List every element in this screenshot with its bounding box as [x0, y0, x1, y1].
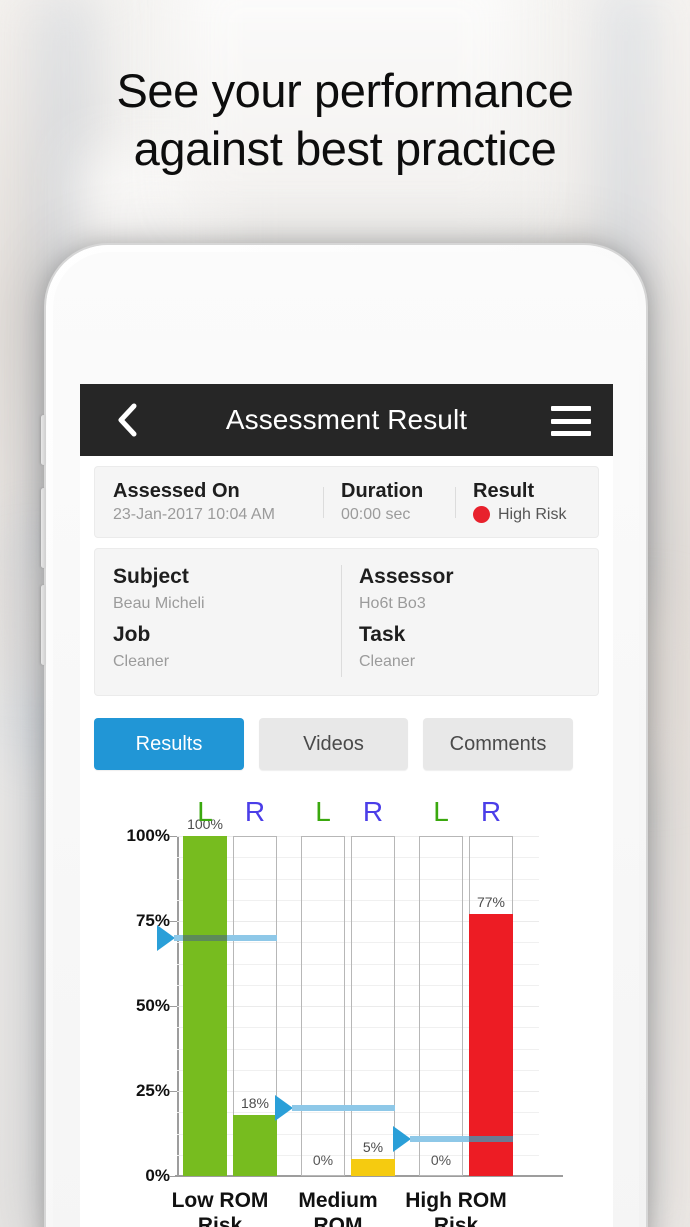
app-navbar: Assessment Result — [80, 384, 613, 456]
chart-bar-value-label: 0% — [430, 1152, 452, 1168]
assessment-detail-card: Subject Beau Micheli Job Cleaner Assesso… — [94, 548, 599, 696]
tab-bar: Results Videos Comments — [94, 718, 599, 770]
chart-y-tick-label: 50% — [135, 996, 170, 1015]
chart-plot-area: 0% 25% 50% 75% 100% 100% L 18% R Low ROM Risk 0% L 5%… — [127, 796, 563, 1227]
tab-videos[interactable]: Videos — [259, 718, 408, 770]
chart-bar-frame — [351, 836, 395, 1176]
duration-field: Duration 00:00 sec — [323, 479, 455, 526]
duration-label: Duration — [341, 479, 424, 502]
chart-bar-value-label: 5% — [362, 1139, 384, 1155]
assessor-task-column: Assessor Ho6t Bo3 Task Cleaner — [341, 563, 598, 679]
assessor-value: Ho6t Bo3 — [359, 595, 426, 612]
chart-bar-frame — [419, 836, 463, 1176]
job-label: Job — [113, 623, 151, 646]
assessment-meta-card: Assessed On 23-Jan-2017 10:04 AM Duratio… — [94, 466, 599, 538]
phone-mute-switch — [41, 415, 46, 465]
results-chart: Percentage Time 0%25%50%75%100%100%L18%R… — [80, 794, 613, 1227]
chart-bar-value-label: 77% — [476, 894, 506, 911]
chart-bar[interactable] — [233, 1114, 277, 1176]
job-value: Cleaner — [113, 653, 170, 670]
best-practice-marker-icon — [393, 1125, 411, 1152]
chart-bar-slot: 0% L — [419, 796, 463, 1176]
chart-y-tick-mark — [170, 1091, 177, 1092]
chart-x-category-label: High ROM Risk — [405, 1189, 507, 1227]
chart-side-label-l: L — [315, 796, 331, 827]
best-practice-line — [174, 935, 277, 941]
chart-y-tick-label: 25% — [135, 1081, 170, 1100]
headline-line-1: See your performance — [116, 64, 574, 117]
chart-side-label-r: R — [480, 796, 502, 827]
best-practice-marker-icon — [157, 925, 175, 951]
task-label: Task — [359, 623, 406, 646]
chart-bar-value-label: 0% — [312, 1152, 334, 1168]
result-field: Result High Risk — [455, 479, 598, 526]
assessed-on-label: Assessed On — [113, 479, 240, 502]
tab-comments[interactable]: Comments — [423, 718, 573, 770]
headline-line-2: against best practice — [133, 122, 557, 175]
best-practice-line — [410, 1135, 513, 1142]
page-title: Assessment Result — [225, 404, 468, 435]
chart-y-tick-mark — [170, 1176, 177, 1177]
marketing-headline: See your performance against best practi… — [0, 62, 690, 178]
assessed-on-value: 23-Jan-2017 10:04 AM — [113, 505, 275, 523]
subject-label: Subject — [113, 565, 189, 588]
chart-bar-slot: 77% R — [469, 796, 513, 1176]
status-badge: High Risk — [498, 505, 567, 523]
chart-y-tick-mark — [170, 1006, 177, 1007]
chart-bar[interactable] — [183, 836, 227, 1176]
chart-y-tick-mark — [170, 921, 177, 922]
hamburger-menu-icon[interactable] — [551, 406, 591, 436]
chart-bar-slot: 18% R — [233, 796, 277, 1176]
chart-y-tick-label: 0% — [145, 1166, 170, 1185]
chart-x-category-label: Medium ROMRisk — [298, 1189, 378, 1227]
phone-volume-down-button — [41, 585, 46, 665]
best-practice-marker-icon — [275, 1095, 293, 1121]
app-screen: Assessment Result Assessed On 23-Jan-201… — [80, 384, 613, 1227]
chart-bar-value-label: 18% — [240, 1094, 270, 1111]
chart-y-tick-label: 100% — [126, 826, 170, 845]
subject-value: Beau Micheli — [113, 595, 205, 612]
phone-volume-up-button — [41, 488, 46, 568]
assessor-label: Assessor — [359, 565, 454, 588]
task-value: Cleaner — [359, 653, 416, 670]
tab-results[interactable]: Results — [94, 718, 244, 770]
chart-bar-frame — [301, 836, 345, 1176]
result-label: Result — [473, 479, 535, 502]
chart-y-tick-mark — [170, 836, 177, 837]
assessed-on-field: Assessed On 23-Jan-2017 10:04 AM — [95, 479, 323, 526]
best-practice-line — [292, 1105, 395, 1111]
chart-bar[interactable] — [351, 1159, 395, 1176]
duration-value: 00:00 sec — [341, 505, 411, 523]
chart-x-category-label: Low ROM Risk — [171, 1189, 269, 1227]
chart-side-label-r: R — [362, 796, 384, 827]
chart-bar-slot: 0% L — [301, 796, 345, 1176]
chart-side-label-l: L — [433, 796, 449, 827]
chart-side-label-l: L — [197, 796, 213, 827]
chart-bar-slot: 100% L — [183, 796, 227, 1176]
chart-bar-slot: 5% R — [351, 796, 395, 1176]
chart-side-label-r: R — [244, 796, 266, 827]
risk-status-dot-icon — [473, 506, 490, 523]
subject-job-column: Subject Beau Micheli Job Cleaner — [95, 563, 341, 679]
